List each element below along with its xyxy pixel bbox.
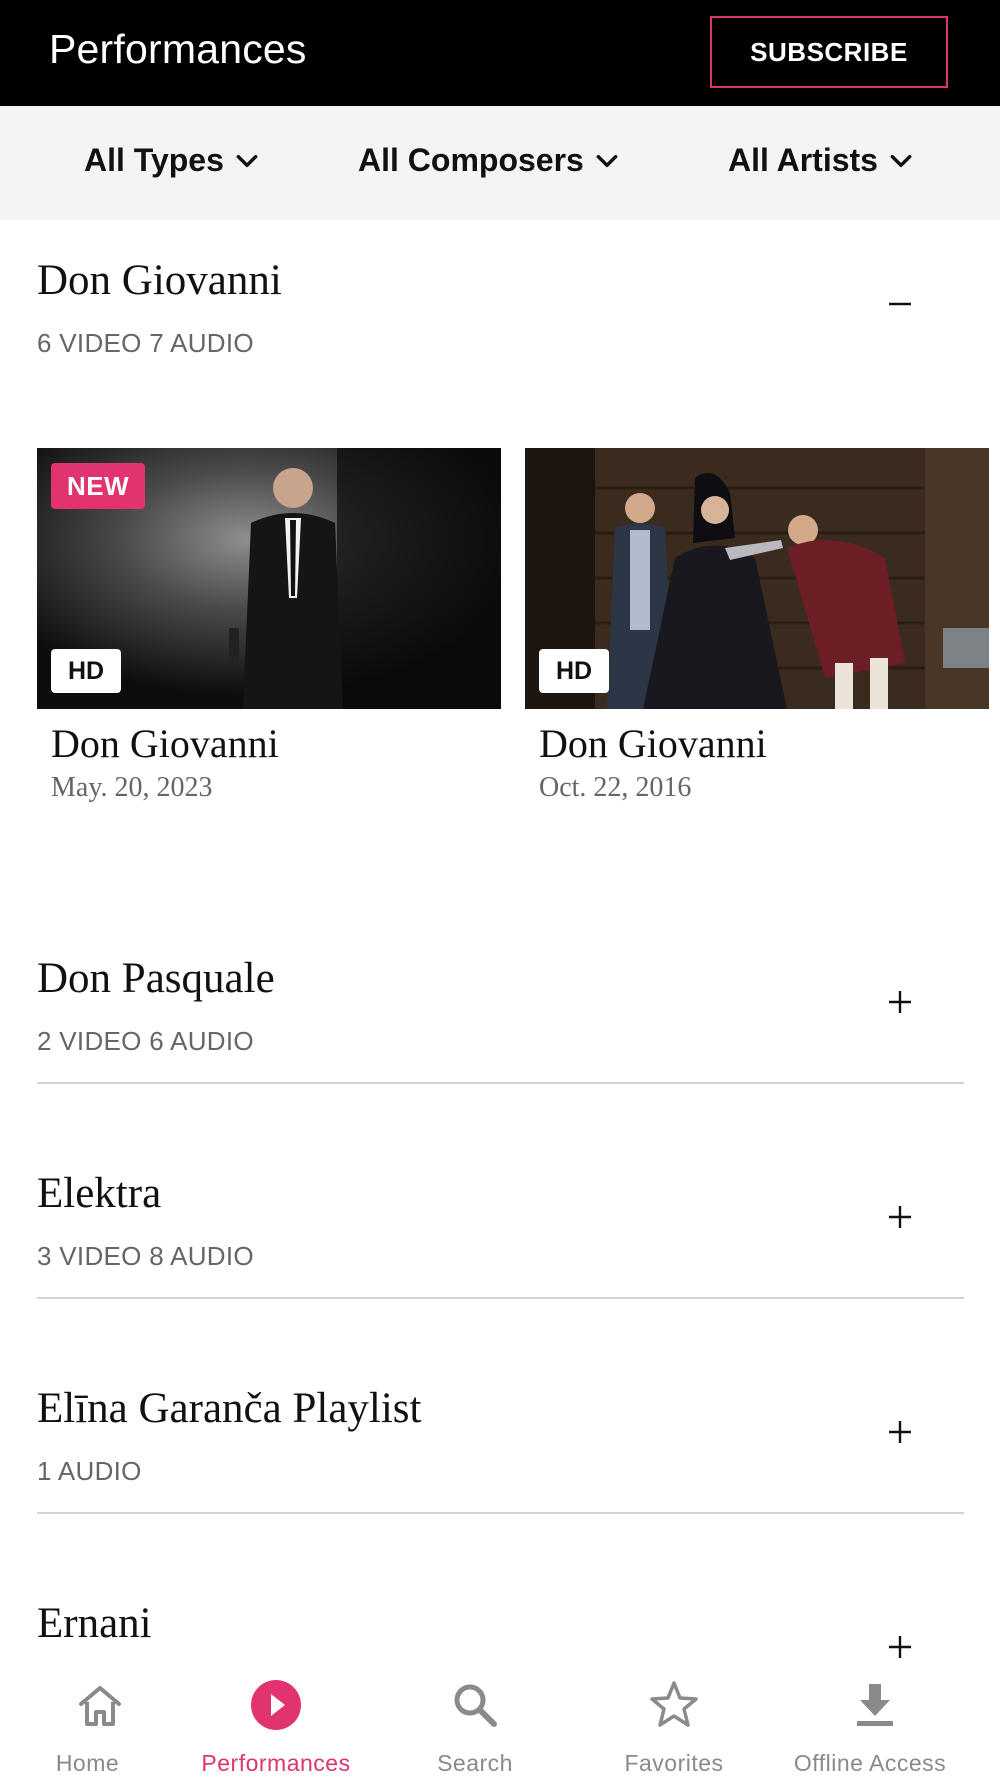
plus-icon [889, 991, 911, 1013]
nav-home[interactable]: Home [0, 1662, 200, 1778]
nav-performances-label: Performances [201, 1750, 351, 1776]
performance-card[interactable]: NEW HD Don Giovanni May. 20, 2023 [37, 448, 501, 803]
collapse-toggle[interactable] [870, 274, 930, 334]
section-title: Don Pasquale [37, 955, 275, 1002]
plus-icon [889, 1636, 911, 1658]
subscribe-button[interactable]: SUBSCRIBE [710, 16, 948, 88]
section-title: Elektra [37, 1170, 162, 1217]
filter-types-dropdown[interactable]: All Types [84, 142, 260, 179]
home-icon [79, 1686, 121, 1726]
plus-icon [889, 1206, 911, 1228]
filter-bar: All Types All Composers All Artists [0, 106, 1000, 220]
chevron-down-icon [236, 154, 258, 167]
play-circle-icon [251, 1680, 301, 1730]
section-title: Elīna Garanča Playlist [37, 1385, 422, 1432]
filter-composers-dropdown[interactable]: All Composers [358, 142, 620, 179]
filter-composers-label: All Composers [358, 142, 584, 178]
card-title: Don Giovanni [539, 721, 767, 766]
performance-card[interactable]: HD Don Giovanni Oct. 22, 2016 [525, 448, 989, 803]
section-media-count: 2 VIDEO 6 AUDIO [37, 1026, 254, 1056]
filter-types-label: All Types [84, 142, 224, 178]
section-title: Ernani [37, 1600, 152, 1647]
chevron-down-icon [596, 154, 618, 167]
section-divider [37, 1297, 964, 1299]
expand-toggle[interactable] [870, 972, 930, 1032]
app-header: Performances SUBSCRIBE [0, 0, 1000, 106]
section-title[interactable]: Don Giovanni [37, 256, 282, 305]
plus-icon [889, 1421, 911, 1443]
star-icon [650, 1681, 698, 1727]
card-title: Don Giovanni [51, 721, 279, 766]
nav-offline-access[interactable]: Offline Access [775, 1662, 975, 1778]
performance-thumbnail[interactable]: NEW HD [37, 448, 501, 709]
section-divider [37, 1512, 964, 1514]
page-title: Performances [49, 26, 307, 72]
nav-favorites-label: Favorites [624, 1750, 724, 1776]
card-date: May. 20, 2023 [51, 772, 213, 803]
chevron-down-icon [890, 154, 912, 167]
search-icon [454, 1684, 497, 1727]
section-media-count: 1 AUDIO [37, 1456, 142, 1486]
nav-offline-access-label: Offline Access [793, 1750, 947, 1776]
performance-thumbnail[interactable]: HD [525, 448, 989, 709]
expand-toggle[interactable] [870, 1187, 930, 1247]
nav-search-label: Search [437, 1750, 513, 1776]
hd-badge: HD [51, 649, 121, 693]
section-media-count: 6 VIDEO 7 AUDIO [37, 328, 254, 358]
hd-badge: HD [539, 649, 609, 693]
new-badge: NEW [51, 463, 146, 509]
nav-performances[interactable]: Performances [176, 1662, 376, 1778]
expand-toggle[interactable] [870, 1402, 930, 1462]
filter-artists-label: All Artists [728, 142, 878, 178]
bottom-nav: Home Performances Search Favorites Offli… [0, 1662, 1000, 1778]
card-date: Oct. 22, 2016 [539, 772, 692, 803]
minus-icon [889, 302, 911, 306]
nav-favorites[interactable]: Favorites [574, 1662, 774, 1778]
nav-home-label: Home [55, 1750, 120, 1776]
filter-artists-dropdown[interactable]: All Artists [728, 142, 914, 179]
nav-search[interactable]: Search [375, 1662, 575, 1778]
section-media-count: 3 VIDEO 8 AUDIO [37, 1241, 254, 1271]
download-icon [857, 1684, 893, 1726]
section-divider [37, 1082, 964, 1084]
